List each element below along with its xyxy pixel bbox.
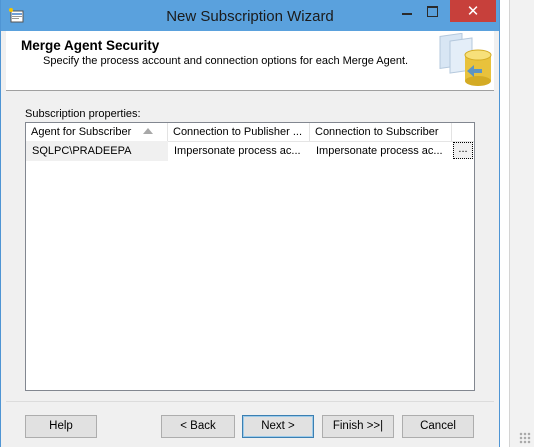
title-bar[interactable]: New Subscription Wizard ✕ [1,0,499,31]
cell-publisher-connection[interactable]: Impersonate process ac... [168,141,310,161]
scrollbar-track[interactable] [509,0,534,447]
page-subtitle: Specify the process account and connecti… [43,55,409,67]
sort-ascending-icon [143,128,153,134]
column-header-subscriber-connection[interactable]: Connection to Subscriber [310,123,452,141]
column-header-subscriber-label: Connection to Subscriber [315,126,439,138]
page-header: Merge Agent Security Specify the process… [6,31,494,91]
cancel-button[interactable]: Cancel [402,415,474,438]
database-icon [439,33,492,86]
next-button[interactable]: Next > [242,415,314,438]
maximize-button[interactable] [419,0,445,21]
resize-grip-icon[interactable] [519,432,531,444]
background-strip [500,0,534,447]
subscription-properties-grid[interactable]: Agent for Subscriber Connection to Publi… [25,122,475,391]
maximize-icon [427,6,438,17]
help-button[interactable]: Help [25,415,97,438]
column-header-agent-label: Agent for Subscriber [31,126,132,138]
back-button[interactable]: < Back [161,415,235,438]
subscription-properties-label: Subscription properties: [25,108,141,120]
page-title: Merge Agent Security [21,38,160,53]
grid-header: Agent for Subscriber Connection to Publi… [26,123,474,142]
finish-button[interactable]: Finish >>| [322,415,394,438]
cell-subscriber-connection[interactable]: Impersonate process ac... [310,141,452,161]
button-bar: Help < Back Next > Finish >>| Cancel [6,401,494,447]
table-row[interactable]: SQLPC\PRADEEPA Impersonate process ac...… [26,141,474,161]
edit-agent-security-button[interactable]: ... [453,142,473,159]
cell-agent[interactable]: SQLPC\PRADEEPA [26,141,168,161]
content-area: Subscription properties: Agent for Subsc… [6,91,494,401]
close-button[interactable]: ✕ [450,0,496,22]
column-header-publisher-connection[interactable]: Connection to Publisher ... [168,123,310,141]
minimize-button[interactable] [393,0,419,21]
wizard-window: New Subscription Wizard ✕ Merge Agent Se… [0,0,500,447]
column-header-publisher-label: Connection to Publisher ... [173,126,303,138]
close-icon: ✕ [466,3,480,20]
minimize-icon [402,13,412,15]
